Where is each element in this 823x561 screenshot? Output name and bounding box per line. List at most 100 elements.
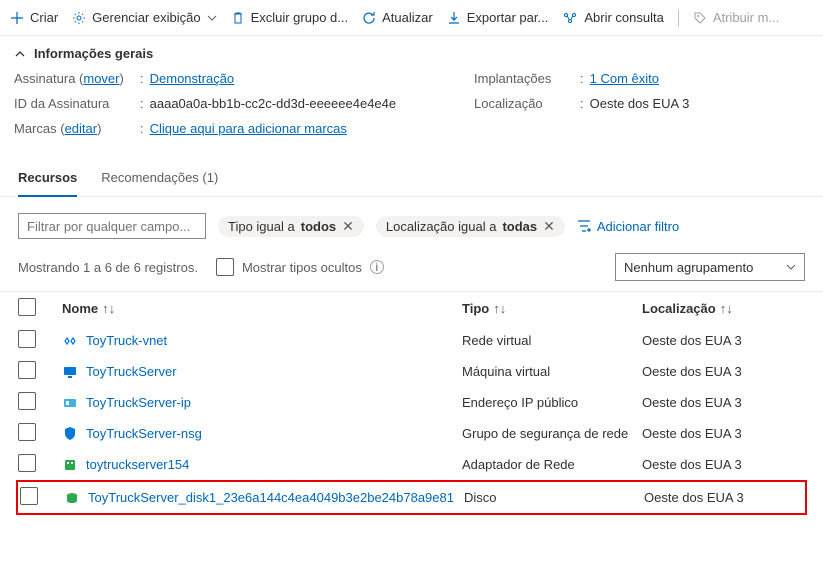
tag-icon [693,11,707,25]
sort-icon: ↑↓ [102,301,115,316]
tags-label-post: ) [97,121,101,136]
type-filter-pre: Tipo igual a [228,219,295,234]
resource-location: Oeste dos EUA 3 [642,364,822,379]
chevron-down-icon [786,262,796,272]
vnet-icon [62,333,78,349]
select-all-checkbox[interactable] [18,298,36,316]
open-query-button[interactable]: Abrir consulta [562,10,663,25]
close-icon[interactable]: ✕ [543,219,555,233]
command-bar: Criar Gerenciar exibição Excluir grupo d… [0,0,823,36]
show-hidden-label: Mostrar tipos ocultos [242,260,362,275]
row-checkbox[interactable] [18,330,36,348]
delete-group-button[interactable]: Excluir grupo d... [231,10,349,25]
ip-icon [62,395,78,411]
col-location[interactable]: Localização ↑↓ [642,301,822,316]
subscription-value-cell: :Demonstração [134,71,474,86]
location-value-cell: :Oeste dos EUA 3 [574,96,774,111]
move-link[interactable]: mover [83,71,119,86]
table-row: ToyTruckServer-ip Endereço IP público Oe… [0,387,823,418]
filter-add-icon [577,219,591,233]
location-filter-pill[interactable]: Localização igual a todas ✕ [376,216,565,237]
resource-link[interactable]: ToyTruckServer-ip [86,395,191,410]
grouping-value: Nenhum agrupamento [624,260,753,275]
table-row: ToyTruckServer_disk1_23e6a144c4ea4049b3e… [18,482,805,513]
filter-input[interactable] [18,213,206,239]
resource-table: Nome ↑↓ Tipo ↑↓ Localização ↑↓ ToyTruck-… [0,291,823,515]
create-button[interactable]: Criar [10,10,58,25]
highlighted-row: ToyTruckServer_disk1_23e6a144c4ea4049b3e… [16,480,807,515]
resource-type: Disco [464,490,644,505]
location-label: Localização [474,96,574,111]
table-row: ToyTruck-vnet Rede virtual Oeste dos EUA… [0,325,823,356]
resource-link[interactable]: ToyTruckServer_disk1_23e6a144c4ea4049b3e… [88,490,454,505]
vm-icon [62,364,78,380]
col-name-label: Nome [62,301,98,316]
close-icon[interactable]: ✕ [342,219,354,233]
resource-link[interactable]: ToyTruck-vnet [86,333,167,348]
resource-location: Oeste dos EUA 3 [642,333,822,348]
resource-location: Oeste dos EUA 3 [642,426,822,441]
type-filter-pill[interactable]: Tipo igual a todos ✕ [218,216,364,237]
sub-id-value: aaaa0a0a-bb1b-cc2c-dd3d-eeeeee4e4e4e [150,96,397,111]
manage-view-label: Gerenciar exibição [92,10,200,25]
tags-label: Marcas (editar) [14,121,134,136]
add-tags-link[interactable]: Clique aqui para adicionar marcas [150,121,347,136]
download-icon [447,11,461,25]
col-location-label: Localização [642,301,716,316]
refresh-button[interactable]: Atualizar [362,10,433,25]
col-name[interactable]: Nome ↑↓ [62,301,462,316]
divider [678,9,679,27]
tabs: Recursos Recomendações (1) [0,162,823,197]
table-row: ToyTruckServer Máquina virtual Oeste dos… [0,356,823,387]
show-hidden-checkbox[interactable] [216,258,234,276]
deployments-link[interactable]: 1 Com êxito [590,71,659,86]
chevron-down-icon [207,13,217,23]
subscription-label-post: ) [120,71,124,86]
add-filter-label: Adicionar filtro [597,219,679,234]
row-checkbox[interactable] [18,454,36,472]
resource-type: Rede virtual [462,333,642,348]
col-type-label: Tipo [462,301,489,316]
resource-link[interactable]: ToyTruckServer [86,364,177,379]
plus-icon [10,11,24,25]
resource-type: Grupo de segurança de rede [462,426,642,441]
nic-icon [62,457,78,473]
tab-resources[interactable]: Recursos [18,162,77,197]
export-button[interactable]: Exportar par... [447,10,549,25]
open-query-label: Abrir consulta [584,10,663,25]
subscription-label: Assinatura (mover) [14,71,134,86]
type-filter-val: todos [301,219,336,234]
record-count: Mostrando 1 a 6 de 6 registros. [18,260,198,275]
subscription-link[interactable]: Demonstração [150,71,235,86]
resource-location: Oeste dos EUA 3 [642,457,822,472]
resource-type: Máquina virtual [462,364,642,379]
col-type[interactable]: Tipo ↑↓ [462,301,642,316]
export-label: Exportar par... [467,10,549,25]
overview-title: Informações gerais [34,46,153,61]
resource-location: Oeste dos EUA 3 [644,490,804,505]
assign-label: Atribuir m... [713,10,779,25]
resource-link[interactable]: ToyTruckServer-nsg [86,426,202,441]
row-checkbox[interactable] [18,392,36,410]
tab-recommendations[interactable]: Recomendações (1) [101,162,218,196]
gear-icon [72,11,86,25]
chevron-up-icon [14,48,26,60]
overview-toggle[interactable]: Informações gerais [0,36,823,67]
edit-tags-link[interactable]: editar [65,121,98,136]
row-checkbox[interactable] [18,423,36,441]
disk-icon [64,490,80,506]
info-icon[interactable]: i [370,260,384,274]
list-controls: Mostrando 1 a 6 de 6 registros. Mostrar … [0,249,823,291]
manage-view-button[interactable]: Gerenciar exibição [72,10,216,25]
sub-id-value-cell: :aaaa0a0a-bb1b-cc2c-dd3d-eeeeee4e4e4e [134,96,474,111]
sub-id-label: ID da Assinatura [14,96,134,111]
trash-icon [231,11,245,25]
query-icon [562,11,578,25]
row-checkbox[interactable] [20,487,38,505]
add-filter-button[interactable]: Adicionar filtro [577,219,679,234]
resource-link[interactable]: toytruckserver154 [86,457,189,472]
loc-filter-pre: Localização igual a [386,219,497,234]
location-value: Oeste dos EUA 3 [590,96,690,111]
grouping-dropdown[interactable]: Nenhum agrupamento [615,253,805,281]
row-checkbox[interactable] [18,361,36,379]
